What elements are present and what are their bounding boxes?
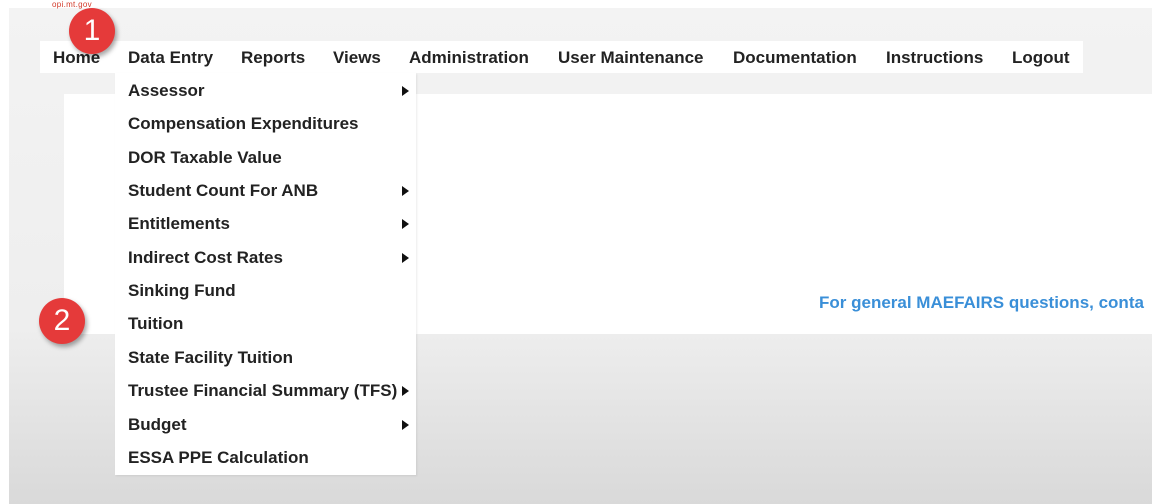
menu-item-label: DOR Taxable Value	[128, 148, 282, 167]
menu-item-state-facility-tuition[interactable]: State Facility Tuition	[115, 341, 416, 374]
menu-item-label: Tuition	[128, 314, 184, 333]
menu-item-student-count-for-anb[interactable]: Student Count For ANB	[115, 174, 416, 207]
menu-item-trustee-financial-summary[interactable]: Trustee Financial Summary (TFS)	[115, 374, 416, 407]
menu-item-label: Indirect Cost Rates	[128, 248, 283, 267]
data-entry-dropdown: Assessor Compensation Expenditures DOR T…	[115, 73, 416, 475]
submenu-arrow-icon	[402, 86, 409, 96]
menu-item-compensation-expenditures[interactable]: Compensation Expenditures	[115, 107, 416, 140]
nav-user-maintenance[interactable]: User Maintenance	[558, 41, 704, 73]
menu-item-budget[interactable]: Budget	[115, 408, 416, 441]
submenu-arrow-icon	[402, 186, 409, 196]
menu-item-label: State Facility Tuition	[128, 348, 293, 367]
menu-item-essa-ppe-calculation[interactable]: ESSA PPE Calculation	[115, 441, 416, 474]
menu-item-label: Entitlements	[128, 214, 231, 233]
menu-item-label: Compensation Expenditures	[128, 114, 359, 133]
nav-documentation[interactable]: Documentation	[733, 41, 857, 73]
nav-views[interactable]: Views	[333, 41, 381, 73]
menu-item-sinking-fund[interactable]: Sinking Fund	[115, 274, 416, 307]
callout-badge-1: 1	[69, 8, 115, 54]
submenu-arrow-icon	[402, 253, 409, 263]
menu-item-label: Trustee Financial Summary (TFS)	[128, 381, 398, 400]
menu-item-label: Sinking Fund	[128, 281, 236, 300]
menu-item-label: ESSA PPE Calculation	[128, 448, 309, 467]
nav-data-entry[interactable]: Data Entry	[128, 41, 213, 73]
nav-instructions[interactable]: Instructions	[886, 41, 983, 73]
menu-item-label: Budget	[128, 415, 187, 434]
main-navbar: Home Data Entry Reports Views Administra…	[40, 41, 1083, 73]
nav-logout[interactable]: Logout	[1012, 41, 1070, 73]
submenu-arrow-icon	[402, 386, 409, 396]
menu-item-indirect-cost-rates[interactable]: Indirect Cost Rates	[115, 241, 416, 274]
submenu-arrow-icon	[402, 420, 409, 430]
menu-item-assessor[interactable]: Assessor	[115, 74, 416, 107]
menu-item-tuition[interactable]: Tuition	[115, 307, 416, 340]
menu-item-dor-taxable-value[interactable]: DOR Taxable Value	[115, 141, 416, 174]
submenu-arrow-icon	[402, 219, 409, 229]
nav-administration[interactable]: Administration	[409, 41, 529, 73]
menu-item-entitlements[interactable]: Entitlements	[115, 207, 416, 240]
menu-item-label: Student Count For ANB	[128, 181, 319, 200]
contact-text: For general MAEFAIRS questions, conta	[819, 293, 1144, 312]
nav-reports[interactable]: Reports	[241, 41, 305, 73]
callout-badge-2: 2	[39, 298, 85, 344]
menu-item-label: Assessor	[128, 81, 205, 100]
